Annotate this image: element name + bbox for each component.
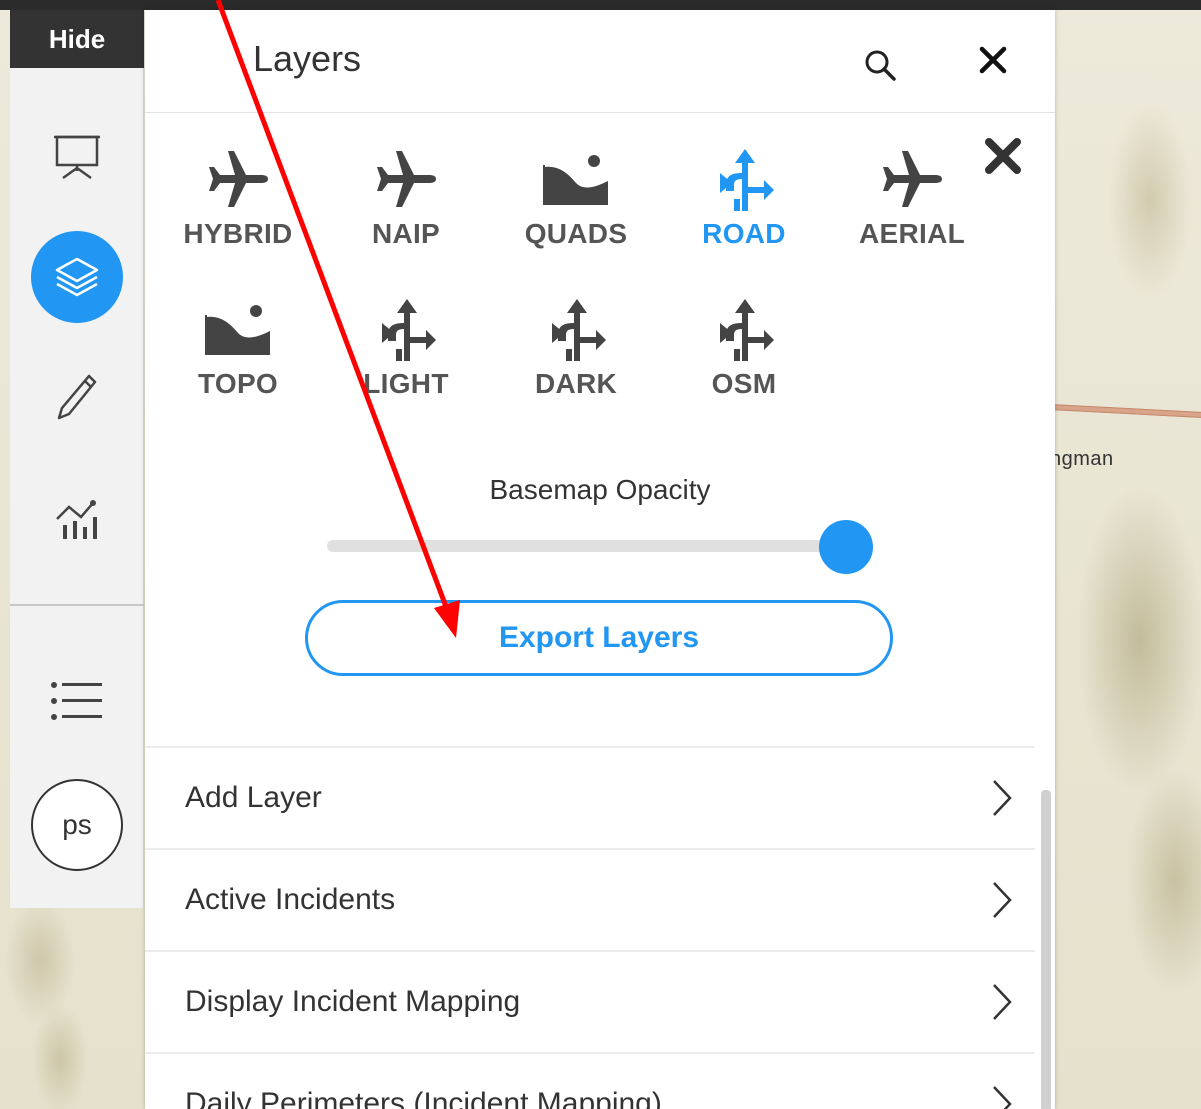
search-icon: [865, 50, 896, 81]
rail-divider: [10, 604, 144, 606]
road-sign-icon: [552, 299, 606, 361]
list-item-display-incident-mapping[interactable]: Display Incident Mapping: [145, 950, 1035, 1052]
basemap-label: OSM: [711, 368, 777, 399]
layers-panel: Layers HYBRID NAIP QUADS ROAD AERIAL TOP…: [145, 10, 1055, 1109]
analytics-button[interactable]: [10, 476, 144, 566]
basemap-label: NAIP: [371, 218, 441, 249]
chevron-right-icon: [993, 984, 1012, 1020]
list-item-label: Add Layer: [185, 781, 322, 814]
chart-icon: [56, 500, 97, 539]
list-item-active-incidents[interactable]: Active Incidents: [145, 848, 1035, 950]
terrain-icon: [543, 155, 608, 205]
panel-scrollbar[interactable]: [1041, 790, 1051, 1109]
close-icon: [979, 46, 1007, 74]
layer-list: Add Layer Active Incidents Display Incid…: [145, 746, 1035, 1109]
basemap-opacity-slider-track[interactable]: [327, 540, 847, 552]
road-sign-icon: [720, 149, 774, 211]
basemap-label: DARK: [534, 368, 618, 399]
plane-icon: [209, 151, 268, 207]
layers-icon: [55, 257, 99, 297]
window-top-frame: [0, 0, 1201, 10]
hide-button[interactable]: Hide: [10, 10, 144, 68]
panel-title: Layers: [253, 38, 362, 79]
basemap-opacity-slider-thumb[interactable]: [819, 520, 873, 574]
chevron-right-icon: [993, 780, 1012, 816]
basemap-opacity-label: Basemap Opacity: [489, 474, 711, 505]
basemap-dark[interactable]: DARK: [501, 294, 651, 414]
list-item-label: Display Incident Mapping: [185, 985, 521, 1018]
road-sign-icon: [382, 299, 436, 361]
basemap-quads[interactable]: QUADS: [501, 144, 651, 264]
presentation-icon: [54, 135, 100, 180]
terrain-icon: [205, 305, 270, 355]
close-icon: [985, 138, 1021, 174]
chevron-right-icon: [993, 882, 1012, 918]
basemap-hybrid[interactable]: HYBRID: [163, 144, 313, 264]
pencil-icon: [57, 374, 97, 420]
draw-button[interactable]: [10, 352, 144, 442]
basemap-road[interactable]: ROAD: [669, 144, 819, 264]
list-icon: [51, 682, 102, 720]
search-button[interactable]: [861, 46, 901, 86]
list-item-label: Active Incidents: [185, 883, 396, 916]
legend-button[interactable]: [10, 656, 144, 746]
basemap-aerial[interactable]: AERIAL: [837, 144, 987, 264]
close-panel-button[interactable]: [975, 42, 1011, 78]
close-basemap-button[interactable]: [981, 134, 1025, 178]
road-sign-icon: [720, 299, 774, 361]
export-layers-button[interactable]: Export Layers: [305, 600, 893, 676]
list-item-add-layer[interactable]: Add Layer: [145, 746, 1035, 848]
basemap-label: TOPO: [197, 368, 279, 399]
list-item-label: Daily Perimeters (Incident Mapping): [185, 1087, 662, 1109]
plane-icon: [883, 151, 942, 207]
presentation-button[interactable]: [10, 112, 144, 202]
basemap-label: HYBRID: [183, 218, 293, 249]
avatar: ps: [31, 779, 123, 871]
user-avatar-button[interactable]: ps: [10, 779, 144, 871]
basemap-label: AERIAL: [858, 218, 966, 249]
basemap-light[interactable]: LIGHT: [331, 294, 481, 414]
basemap-topo[interactable]: TOPO: [163, 294, 313, 414]
basemap-osm[interactable]: OSM: [669, 294, 819, 414]
basemap-label: QUADS: [524, 218, 628, 249]
basemap-naip[interactable]: NAIP: [331, 144, 481, 264]
basemap-label: LIGHT: [363, 368, 449, 399]
chevron-right-icon: [993, 1086, 1012, 1109]
map-town-label: ngman: [1050, 448, 1114, 470]
left-toolbar: Hide ps: [10, 10, 144, 908]
basemap-label: ROAD: [702, 218, 786, 249]
plane-icon: [377, 151, 436, 207]
list-item-daily-perimeters[interactable]: Daily Perimeters (Incident Mapping): [145, 1052, 1035, 1109]
layers-button[interactable]: [10, 231, 144, 323]
header-divider: [145, 112, 1055, 113]
